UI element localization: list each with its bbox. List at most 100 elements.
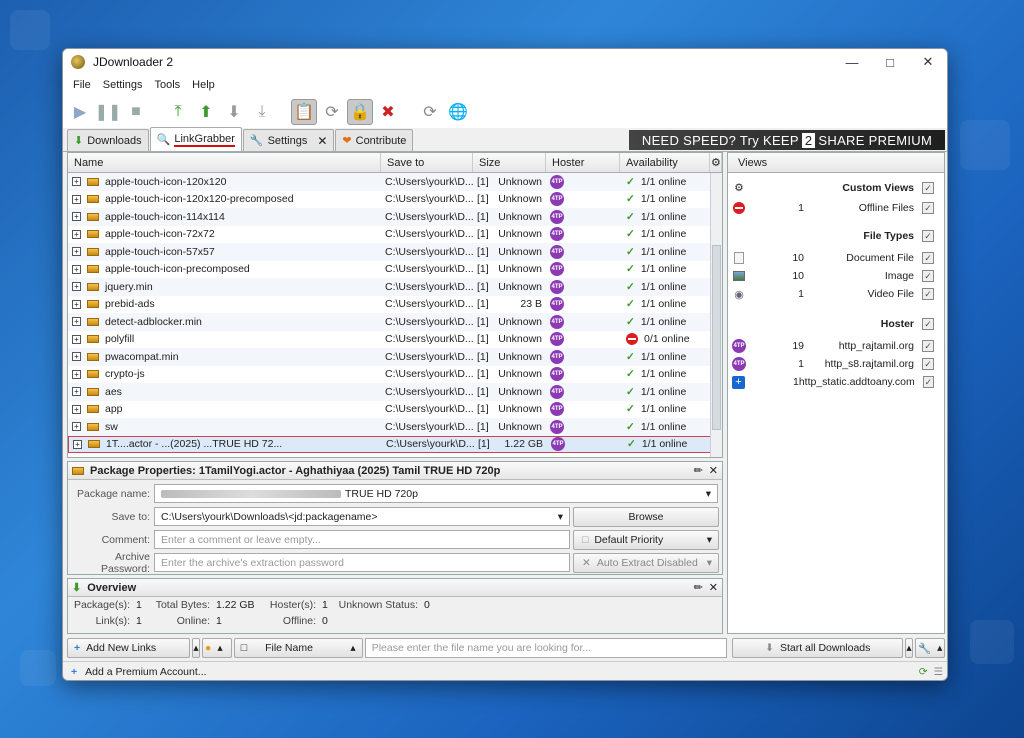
browse-button[interactable]: Browse <box>573 506 719 527</box>
save-to-field[interactable]: C:\Users\yourk\Downloads\<jd:packagename… <box>154 507 570 526</box>
expand-icon[interactable]: + <box>72 317 81 327</box>
pause-icon[interactable]: ❚❚ <box>95 99 122 125</box>
expand-icon[interactable]: + <box>72 229 81 239</box>
chevron-down-icon[interactable]: ▾ <box>706 488 711 500</box>
maximize-button[interactable]: □ <box>871 49 909 75</box>
move-top-icon[interactable]: ⤒ <box>165 99 191 125</box>
chevron-down-icon[interactable]: ▾ <box>558 511 563 523</box>
tab-settings[interactable]: 🔧 Settings ✕ <box>242 129 335 151</box>
view-filter-row[interactable]: +1 http_static.addtoany.com ✓ <box>728 373 944 391</box>
search-input[interactable]: Please enter the file name you are looki… <box>364 638 728 658</box>
expand-icon[interactable]: + <box>72 247 81 257</box>
tab-downloads[interactable]: ⬇ Downloads <box>67 129 149 151</box>
archive-password-field[interactable]: Enter the archive's extraction password <box>154 553 570 572</box>
silent-mode-icon[interactable]: ✖ <box>375 99 401 125</box>
status-refresh-icon[interactable]: ⟳ <box>919 666 928 678</box>
start-options-button[interactable]: ▴ <box>905 638 914 658</box>
tools-button[interactable]: 🔧 ▴ <box>915 638 946 658</box>
file-types-checkbox[interactable]: ✓ <box>922 230 934 242</box>
table-row[interactable]: + apple-touch-icon-114x114 C:\Users\yourk\… <box>68 208 722 226</box>
view-filter-row[interactable]: 10 Document File ✓ <box>728 249 944 267</box>
hoster-checkbox[interactable]: ✓ <box>922 318 934 330</box>
auto-extract-dropdown[interactable]: ✕ Auto Extract Disabled ▾ <box>573 552 719 573</box>
reconnect-icon[interactable]: ⟳ <box>319 99 345 125</box>
minimize-button[interactable]: — <box>833 49 871 75</box>
table-row[interactable]: + apple-touch-icon-120x120 C:\Users\yourk\… <box>68 173 722 191</box>
expand-icon[interactable]: + <box>72 352 81 362</box>
menu-settings[interactable]: Settings <box>97 79 149 91</box>
expand-icon[interactable]: + <box>72 334 81 344</box>
offline-checkbox[interactable]: ✓ <box>922 202 934 214</box>
expand-icon[interactable]: + <box>73 439 82 449</box>
add-new-links-button[interactable]: + Add New Links <box>67 638 191 658</box>
premium-icon[interactable]: 🔒 <box>347 98 373 125</box>
close-panel-icon[interactable]: ✕ <box>709 581 718 594</box>
vertical-scrollbar[interactable] <box>710 173 722 457</box>
table-row[interactable]: + apple-touch-icon-72x72 C:\Users\yourk\D.… <box>68 226 722 244</box>
update-icon[interactable]: ⟳ <box>417 99 443 125</box>
custom-views-checkbox[interactable]: ✓ <box>922 182 934 194</box>
globe-icon[interactable]: 🌐 <box>445 99 471 125</box>
priority-dropdown[interactable]: □ Default Priority ▾ <box>573 529 719 550</box>
table-row[interactable]: + jquery.min C:\Users\yourk\D... [1] Unknown… <box>68 278 722 296</box>
status-list-icon[interactable]: ☰ <box>934 666 943 678</box>
table-row[interactable]: + pwacompat.min C:\Users\yourk\D... [1] Unkn… <box>68 348 722 366</box>
close-panel-icon[interactable]: ✕ <box>709 464 718 477</box>
expand-icon[interactable]: + <box>72 264 81 274</box>
premium-banner[interactable]: NEED SPEED? Try KEEP 2 SHARE PREMIUM <box>629 130 945 150</box>
pin-icon[interactable]: ✏ <box>694 581 703 594</box>
tab-linkgrabber[interactable]: 🔍 LinkGrabber <box>149 127 242 151</box>
play-icon[interactable]: ▶ <box>67 99 93 125</box>
column-hoster[interactable]: Hoster <box>546 153 620 172</box>
table-row[interactable]: + apple-touch-icon-120x120-precomposed C:\… <box>68 191 722 209</box>
package-name-field[interactable]: TRUE HD 720p ▾ <box>154 484 718 503</box>
expand-icon[interactable]: + <box>72 177 81 187</box>
table-row[interactable]: +1T....actor - ...(2025) ...TRUE HD 72..… <box>68 435 722 453</box>
comment-field[interactable]: Enter a comment or leave empty... <box>154 530 570 549</box>
filter-checkbox[interactable]: ✓ <box>922 288 934 300</box>
pin-icon[interactable]: ✏ <box>694 464 703 477</box>
expand-icon[interactable]: + <box>72 194 81 204</box>
expand-icon[interactable]: + <box>72 404 81 414</box>
column-settings-icon[interactable]: ⚙ <box>710 153 722 172</box>
table-row[interactable]: + apple-touch-icon-57x57 C:\Users\yourk\D.… <box>68 243 722 261</box>
move-down-icon[interactable]: ⬇ <box>221 99 247 125</box>
menu-file[interactable]: File <box>67 79 97 91</box>
table-row[interactable]: + detect-adblocker.min C:\Users\yourk\D...… <box>68 313 722 331</box>
table-row[interactable]: + aes C:\Users\yourk\D... [1] Unknown 4TP ✓ 1/1… <box>68 383 722 401</box>
column-size[interactable]: Size <box>473 153 546 172</box>
column-save-to[interactable]: Save to <box>381 153 473 172</box>
clipboard-icon[interactable]: 📋 <box>291 98 317 125</box>
expand-icon[interactable]: + <box>72 299 81 309</box>
column-availability[interactable]: Availability <box>620 153 710 172</box>
menu-help[interactable]: Help <box>186 79 221 91</box>
view-filter-row[interactable]: ◉ 1 Video File ✓ <box>728 285 944 303</box>
expand-icon[interactable]: + <box>72 212 81 222</box>
table-row[interactable]: + sw C:\Users\yourk\D... [1] Unknown 4TP ✓ 1/1 … <box>68 418 722 436</box>
menu-tools[interactable]: Tools <box>148 79 186 91</box>
expand-icon[interactable]: + <box>72 387 81 397</box>
move-bottom-icon[interactable]: ⤓ <box>249 99 275 125</box>
start-all-downloads-button[interactable]: ⬇ Start all Downloads <box>732 638 904 658</box>
stop-icon[interactable]: ■ <box>123 99 149 125</box>
tab-contribute[interactable]: ❤ Contribute <box>335 129 414 151</box>
view-filter-row[interactable]: 10 Image ✓ <box>728 267 944 285</box>
column-name[interactable]: Name <box>68 153 381 172</box>
view-filter-row[interactable]: 4TP 19 http_rajtamil.org ✓ <box>728 337 944 355</box>
filter-checkbox[interactable]: ✓ <box>922 340 934 352</box>
expand-icon[interactable]: + <box>72 422 81 432</box>
expand-icon[interactable]: + <box>72 282 81 292</box>
add-container-button[interactable]: ● ▴ <box>201 638 232 658</box>
table-row[interactable]: + polyfill C:\Users\yourk\D... [1] Unknown 4T… <box>68 331 722 349</box>
table-row[interactable]: + app C:\Users\yourk\D... [1] Unknown 4TP ✓ 1/1… <box>68 401 722 419</box>
add-premium-account-link[interactable]: Add a Premium Account... <box>85 666 206 678</box>
table-row[interactable]: + prebid-ads C:\Users\yourk\D... [1] 23 B 4TP… <box>68 296 722 314</box>
filter-checkbox[interactable]: ✓ <box>922 270 934 282</box>
view-filter-row[interactable]: 4TP 1 http_s8.rajtamil.org ✓ <box>728 355 944 373</box>
filter-checkbox[interactable]: ✓ <box>922 376 934 388</box>
close-tab-icon[interactable]: ✕ <box>317 134 327 148</box>
scroll-thumb[interactable] <box>712 245 721 430</box>
table-row[interactable]: + crypto-js C:\Users\yourk\D... [1] Unknown 4… <box>68 366 722 384</box>
move-up-icon[interactable]: ⬆ <box>193 99 219 125</box>
table-row[interactable]: + apple-touch-icon-precomposed C:\Users\yo… <box>68 261 722 279</box>
